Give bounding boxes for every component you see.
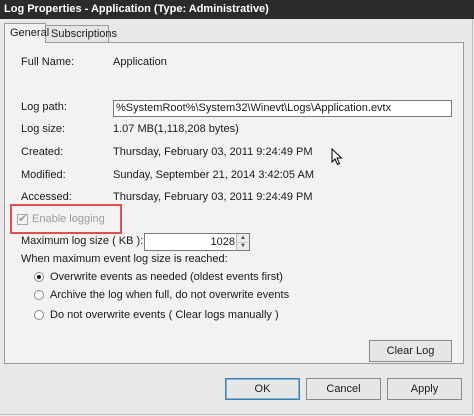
cancel-button[interactable]: Cancel — [306, 378, 381, 400]
radio-overwrite[interactable] — [34, 272, 44, 282]
title-bar: Log Properties - Application (Type: Admi… — [0, 0, 474, 19]
enable-logging-label: Enable logging — [32, 213, 105, 225]
full-name-value: Application — [113, 56, 167, 68]
max-size-stepper[interactable]: 1028 ▲ ▼ — [144, 233, 250, 251]
created-label: Created: — [21, 146, 64, 158]
log-path-field[interactable]: %SystemRoot%\System32\Winevt\Logs\Applic… — [113, 100, 452, 117]
general-panel: Full Name: Application Log path: %System… — [4, 42, 464, 364]
stepper-arrows: ▲ ▼ — [236, 234, 249, 250]
tab-general[interactable]: General — [4, 23, 49, 43]
full-name-label: Full Name: — [21, 56, 75, 68]
log-size-value: 1.07 MB(1,118,208 bytes) — [113, 123, 239, 135]
radio-do-not-overwrite[interactable] — [34, 310, 44, 320]
mouse-pointer-icon — [331, 148, 343, 166]
accessed-label: Accessed: — [21, 191, 72, 203]
log-path-label: Log path: — [21, 101, 67, 113]
enable-logging-checkbox[interactable]: ✔ — [17, 213, 28, 225]
stepper-down-icon[interactable]: ▼ — [237, 242, 249, 250]
max-size-value: 1028 — [210, 236, 235, 248]
modified-label: Modified: — [21, 169, 66, 181]
radio-archive[interactable] — [34, 290, 44, 300]
do-not-overwrite-option-label[interactable]: Do not overwrite events ( Clear logs man… — [50, 309, 279, 321]
clear-log-button[interactable]: Clear Log — [369, 340, 452, 362]
max-size-label: Maximum log size ( KB ): — [21, 235, 144, 247]
apply-button[interactable]: Apply — [387, 378, 462, 400]
log-size-label: Log size: — [21, 123, 66, 135]
created-value: Thursday, February 03, 2011 9:24:49 PM — [113, 146, 313, 158]
ok-button[interactable]: OK — [225, 378, 300, 400]
archive-option-label[interactable]: Archive the log when full, do not overwr… — [50, 289, 289, 301]
overwrite-option-label[interactable]: Overwrite events as needed (oldest event… — [50, 271, 283, 283]
log-properties-dialog: General Subscriptions Full Name: Applica… — [0, 19, 473, 415]
window-title: Log Properties - Application (Type: Admi… — [4, 3, 269, 15]
tab-subscriptions[interactable]: Subscriptions — [45, 25, 117, 42]
checkmark-icon: ✔ — [18, 213, 28, 225]
radio-selected-dot — [37, 275, 41, 279]
policy-heading: When maximum event log size is reached: — [21, 253, 228, 265]
modified-value: Sunday, September 21, 2014 3:42:05 AM — [113, 169, 314, 181]
accessed-value: Thursday, February 03, 2011 9:24:49 PM — [113, 191, 313, 203]
